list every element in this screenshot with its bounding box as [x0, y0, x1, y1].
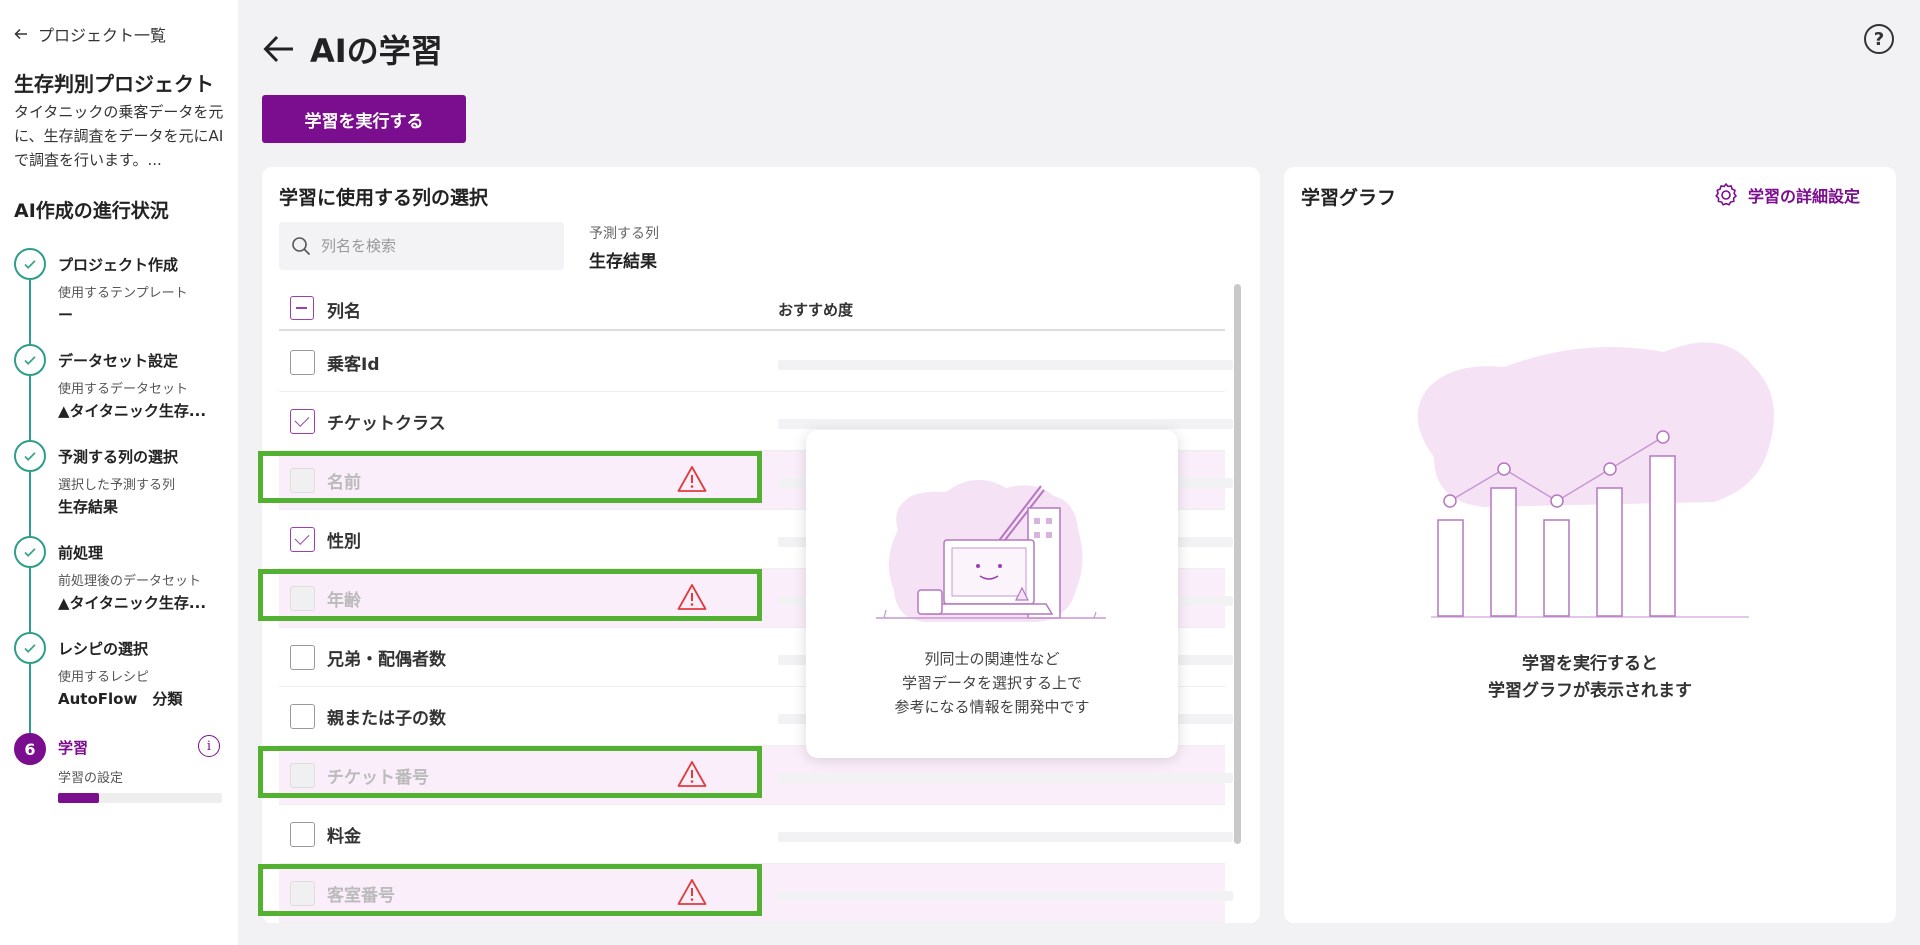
- column-name: 乗客Id: [327, 355, 380, 375]
- column-name: 兄弟・配偶者数: [327, 650, 446, 670]
- search-icon: [292, 237, 311, 256]
- step-subtitle: 学習の設定: [58, 771, 124, 786]
- target-column-label: 予測する列: [589, 226, 659, 242]
- table-row[interactable]: 料金: [279, 805, 1233, 864]
- check-icon: [14, 248, 46, 280]
- step-title: データセット設定: [58, 352, 179, 370]
- step-number-badge: 6: [14, 733, 46, 765]
- search-input[interactable]: [321, 237, 541, 255]
- row-checkbox[interactable]: [290, 704, 315, 729]
- arrow-left-icon[interactable]: [262, 32, 296, 66]
- recommendation-header: おすすめ度: [778, 301, 854, 319]
- search-box[interactable]: [279, 222, 564, 270]
- step-title: レシピの選択: [58, 640, 149, 658]
- check-icon: [14, 536, 46, 568]
- recommendation-bar: [778, 891, 1233, 901]
- recommendation-bar: [778, 419, 1233, 429]
- empty-graph-illustration: [1417, 342, 1774, 618]
- robot-laptop-illustration: [876, 479, 1106, 622]
- row-checkbox[interactable]: [290, 350, 315, 375]
- overlay-line: 参考になる情報を開発中です: [894, 698, 1090, 716]
- target-column-value: 生存結果: [589, 252, 657, 272]
- step-title: 前処理: [58, 544, 104, 562]
- column-name: チケットクラス: [327, 414, 446, 434]
- step-title: 予測する列の選択: [58, 448, 179, 466]
- recommendation-bar: [778, 360, 1233, 370]
- highlight-box: [258, 451, 762, 503]
- row-checkbox[interactable]: [290, 409, 315, 434]
- back-link-label: プロジェクト一覧: [38, 26, 167, 45]
- sidebar: プロジェクト一覧 生存判別プロジェクト タイタニックの乗客データを元に、生存調査…: [0, 0, 238, 945]
- graph-empty-message: 学習を実行すると 学習グラフが表示されます: [1284, 651, 1896, 705]
- recommendation-bar: [778, 773, 1233, 783]
- select-all-checkbox[interactable]: [290, 296, 314, 320]
- step-subtitle: 前処理後のデータセット: [58, 574, 202, 589]
- under-development-text: 列同士の関連性など 学習データを選択する上で 参考になる情報を開発中です: [806, 647, 1178, 719]
- step-title: プロジェクト作成: [58, 256, 179, 274]
- progress-title: AI作成の進行状況: [14, 200, 169, 222]
- check-icon: [14, 440, 46, 472]
- recommendation-bar: [778, 832, 1233, 842]
- scrollbar[interactable]: [1234, 284, 1241, 844]
- step-subtitle: 使用するデータセット: [58, 382, 189, 397]
- check-icon: [14, 632, 46, 664]
- check-icon: [14, 344, 46, 376]
- empty-line: 学習を実行すると: [1522, 654, 1658, 674]
- highlight-box: [258, 746, 762, 798]
- highlight-box: [258, 864, 762, 916]
- step-value: ▲タイタニック生存...: [58, 594, 207, 612]
- under-development-card: 列同士の関連性など 学習データを選択する上で 参考になる情報を開発中です: [806, 430, 1178, 758]
- page-title: AIの学習: [310, 32, 443, 70]
- step-value: 生存結果: [58, 498, 119, 516]
- arrow-left-icon: [14, 28, 27, 40]
- column-name-header: 列名: [327, 302, 361, 322]
- page-header: AIの学習: [262, 26, 443, 72]
- run-training-button[interactable]: 学習を実行する: [262, 95, 466, 143]
- project-title: 生存判別プロジェクト: [14, 72, 214, 96]
- step-value: ▲タイタニック生存...: [58, 402, 207, 420]
- table-header: 列名 おすすめ度: [279, 285, 1225, 331]
- column-name: 親または子の数: [327, 709, 446, 729]
- column-name: 料金: [327, 827, 361, 847]
- column-name: 性別: [327, 532, 361, 552]
- column-selection-panel: 学習に使用する列の選択 予測する列 生存結果 列名 おすすめ度 乗客Id チケッ…: [262, 167, 1260, 923]
- overlay-line: 列同士の関連性など: [924, 650, 1060, 668]
- table-row[interactable]: 乗客Id: [279, 333, 1233, 392]
- training-graph-panel: 学習グラフ 学習の詳細設定 学習を実行すると 学習グラフが表示されます: [1284, 167, 1896, 923]
- row-checkbox[interactable]: [290, 527, 315, 552]
- info-icon[interactable]: i: [198, 735, 220, 757]
- step-subtitle: 使用するテンプレート: [58, 286, 188, 301]
- step-title: 学習: [58, 739, 89, 757]
- row-checkbox[interactable]: [290, 822, 315, 847]
- step-value: ー: [58, 306, 74, 324]
- step-subtitle: 選択した予測する列: [58, 478, 176, 493]
- row-checkbox[interactable]: [290, 645, 315, 670]
- step-subtitle: 使用するレシピ: [58, 670, 150, 685]
- empty-line: 学習グラフが表示されます: [1488, 681, 1692, 701]
- help-icon[interactable]: ?: [1864, 24, 1894, 54]
- step-progress-fill: [58, 793, 99, 803]
- back-to-projects-link[interactable]: プロジェクト一覧: [14, 22, 166, 46]
- panel-title: 学習に使用する列の選択: [279, 187, 489, 209]
- step-value: AutoFlow 分類: [58, 690, 183, 708]
- step-progress-bar: [58, 793, 222, 803]
- overlay-line: 学習データを選択する上で: [901, 674, 1082, 692]
- highlight-box: [258, 569, 762, 621]
- project-description: タイタニックの乗客データを元に、生存調査をデータを元にAIで調査を行います。..…: [14, 103, 224, 169]
